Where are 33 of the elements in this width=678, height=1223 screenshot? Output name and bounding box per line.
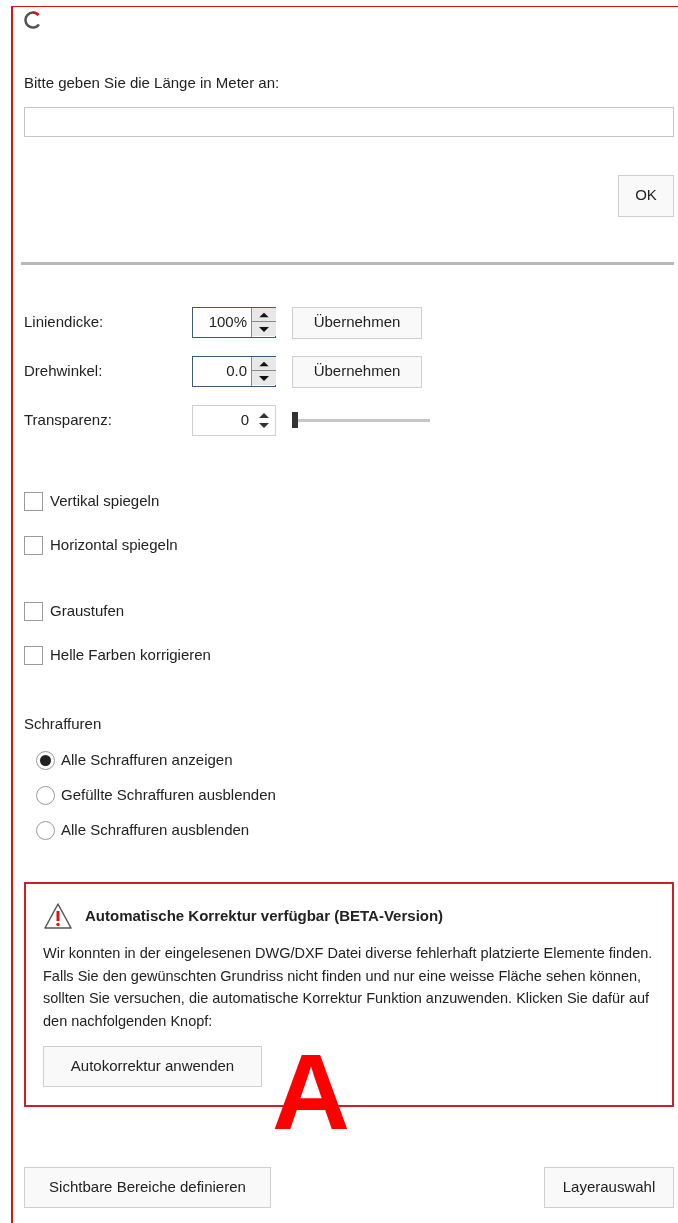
spinner-value: 0.0 [225,361,248,382]
checkbox[interactable]: Helle Farben korrigieren [24,645,674,666]
autocorrect-button[interactable]: Autokorrektur anwenden [43,1046,262,1087]
section-title: Schraffuren [24,713,103,734]
apply-button[interactable]: Übernehmen [292,306,422,339]
warning-icon [43,902,73,930]
spinner-value: 0 [239,409,250,430]
radio-button[interactable]: Alle Schraffuren ausblenden [36,820,674,840]
ok-button[interactable]: OK [618,174,674,217]
slider-thumb[interactable] [292,412,298,428]
radio-button[interactable]: Alle Schraffuren anzeigen [36,750,674,770]
loading-icon [23,10,43,30]
transparency-slider[interactable] [292,412,430,428]
spinner-value: 100% [207,312,248,333]
setting-label: Transparenz: [24,409,113,430]
checkbox[interactable]: Vertikal spiegeln [24,491,674,512]
radio-button[interactable]: Gefüllte Schraffuren ausblenden [36,785,674,805]
apply-button[interactable]: Übernehmen [292,355,422,388]
checkbox[interactable]: Horizontal spiegeln [24,535,674,556]
number-spinner[interactable]: 0.0 [192,356,276,387]
checkbox[interactable]: Graustufen [24,601,674,622]
warning-title: Automatische Korrektur verfügbar (BETA-Version) [85,905,444,926]
number-spinner[interactable]: 100% [192,307,276,338]
setting-label: Drehwinkel: [24,361,104,382]
warning-text: Wir konnten in der eingelesenen DWG/DXF Datei diverse fehlerhaft platzierte Elemente finden. Falls Sie den gewünschten Grundriss nicht finden und nur eine weisse Fläche sehen können, sollten Sie versuchen, die automatische Korrektur Funktion anzuwenden. Klicken Sie dafür auf den nachfolgenden Knopf: [43,944,654,1031]
visible-areas-button[interactable]: Sichtbare Bereiche definieren [24,1167,271,1208]
layer-selection-button[interactable]: Layerauswahl [544,1167,674,1208]
up-arrow-icon[interactable] [258,411,270,419]
prompt-label: Bitte geben Sie die Länge in Meter an: [24,73,281,93]
setting-label: Liniendicke: [24,312,105,333]
length-input[interactable] [24,106,674,137]
down-arrow-icon[interactable] [258,421,270,429]
number-spinner[interactable]: 0 [192,404,276,436]
